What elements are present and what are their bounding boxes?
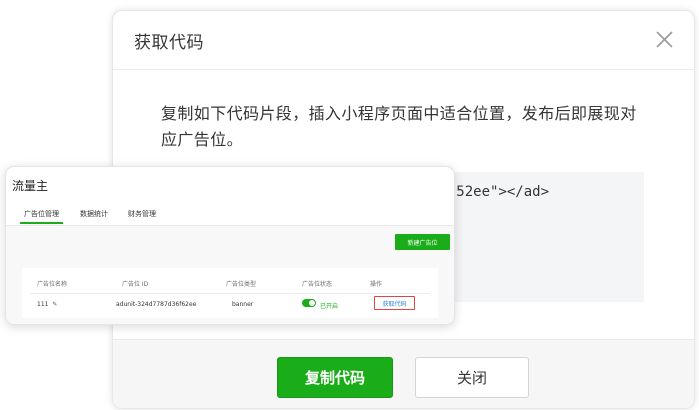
ad-unit-type: banner	[232, 301, 254, 308]
tab-finance-management[interactable]: 财务管理	[128, 209, 156, 219]
table-divider	[30, 293, 430, 294]
ad-unit-table: 广告位名称 广告位 ID 广告位类型 广告位状态 操作 111 ✎ adunit…	[22, 268, 438, 318]
code-snippet-text: 52ee"></ad>	[456, 184, 549, 200]
header-actions: 操作	[370, 281, 383, 288]
instruction-text: 复制如下代码片段，插入小程序页面中适合位置，发布后即展现对应广告位。	[161, 104, 637, 149]
dialog-header: 获取代码	[113, 11, 694, 70]
tab-data-statistics[interactable]: 数据统计	[80, 209, 108, 219]
copy-code-button[interactable]: 复制代码	[277, 357, 393, 398]
edit-pencil-icon[interactable]: ✎	[52, 301, 57, 308]
tab-ad-unit-management[interactable]: 广告位管理	[20, 209, 63, 224]
status-label: 已开启	[320, 303, 339, 310]
header-ad-unit-status: 广告位状态	[302, 281, 333, 288]
ad-unit-id: adunit-324d7787d36f62ee	[116, 301, 197, 308]
panel-content: 新建广告位 广告位名称 广告位 ID 广告位类型 广告位状态 操作 111 ✎ …	[6, 226, 454, 324]
ad-host-panel: 流量主 广告位管理 数据统计 财务管理 新建广告位 广告位名称 广告位 ID 广…	[5, 166, 455, 325]
ad-unit-name: 111	[37, 301, 49, 308]
status-toggle[interactable]	[302, 299, 316, 307]
get-code-link[interactable]: 获取代码	[374, 296, 415, 310]
new-ad-unit-button[interactable]: 新建广告位	[395, 234, 450, 250]
panel-tabs: 广告位管理 数据统计 财务管理	[6, 203, 454, 226]
panel-title: 流量主	[12, 179, 49, 193]
dialog-footer: 复制代码 关闭	[113, 339, 694, 408]
close-icon[interactable]	[655, 30, 674, 49]
dialog-title: 获取代码	[134, 33, 204, 53]
table-row-name: 111 ✎	[37, 301, 57, 308]
close-button[interactable]: 关闭	[415, 357, 529, 398]
header-ad-unit-name: 广告位名称	[37, 281, 68, 288]
header-ad-unit-id: 广告位 ID	[122, 281, 149, 288]
header-ad-unit-type: 广告位类型	[226, 281, 257, 288]
